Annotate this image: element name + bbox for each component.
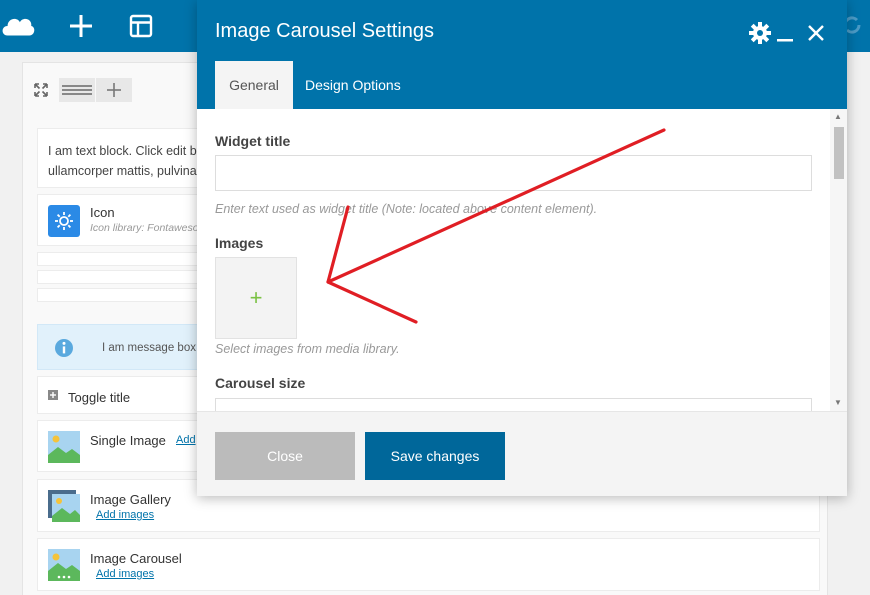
expand-icon[interactable]	[24, 78, 58, 102]
toggle-title: Toggle title	[68, 390, 131, 405]
close-button[interactable]: Close	[215, 432, 355, 480]
modal-title: Image Carousel Settings	[215, 20, 435, 42]
minimize-icon[interactable]	[777, 22, 793, 44]
add-column-icon[interactable]	[96, 78, 132, 102]
scroll-down-icon[interactable]: ▼	[834, 398, 842, 407]
image-gallery-add-link[interactable]: Add images	[96, 509, 154, 521]
message-box-text: I am message box	[102, 342, 196, 354]
modal-body: Widget title Enter text used as widget t…	[197, 109, 847, 411]
info-icon	[54, 338, 74, 363]
save-changes-button[interactable]: Save changes	[365, 432, 505, 480]
tab-general[interactable]: General	[215, 61, 293, 109]
modal-header: Image Carousel Settings General Design O…	[197, 0, 847, 109]
close-icon[interactable]	[807, 22, 825, 44]
image-carousel-element[interactable]: Image Carousel Add images	[37, 538, 820, 591]
single-image-label: Single Image	[90, 433, 166, 448]
settings-modal: Image Carousel Settings General Design O…	[197, 0, 847, 496]
icon-element-sub: Icon library: Fontawesom	[90, 222, 208, 234]
row-drag-handle-icon[interactable]	[59, 78, 95, 102]
gear-icon[interactable]	[749, 22, 771, 44]
scroll-up-icon[interactable]: ▲	[834, 112, 842, 121]
image-carousel-add-link[interactable]: Add images	[96, 568, 154, 580]
widget-title-label: Widget title	[215, 133, 291, 149]
gallery-thumbnail-icon	[48, 490, 80, 522]
cloud-logo-icon[interactable]	[0, 8, 36, 44]
modal-scrollbar[interactable]: ▲ ▼	[830, 109, 847, 411]
carousel-thumbnail-icon	[48, 549, 80, 581]
icon-element-label: Icon	[90, 205, 115, 220]
single-image-add-link[interactable]: Add	[176, 434, 196, 446]
image-gallery-label: Image Gallery	[90, 492, 171, 507]
add-images-button[interactable]: +	[215, 257, 297, 339]
toggle-plus-icon	[48, 390, 58, 400]
carousel-size-label: Carousel size	[215, 375, 306, 391]
scrollbar-thumb[interactable]	[834, 127, 844, 179]
modal-footer: Close Save changes	[197, 411, 847, 496]
image-carousel-label: Image Carousel	[90, 551, 182, 566]
layout-icon[interactable]	[123, 8, 159, 44]
image-thumbnail-icon	[48, 431, 80, 463]
tab-design-options[interactable]: Design Options	[305, 61, 401, 109]
row-controls	[24, 78, 133, 102]
widget-title-help: Enter text used as widget title (Note: l…	[215, 202, 598, 216]
plus-icon[interactable]	[63, 8, 99, 44]
images-help: Select images from media library.	[215, 342, 400, 356]
carousel-size-input[interactable]: thumbnail	[215, 398, 812, 411]
widget-title-input[interactable]	[215, 155, 812, 191]
images-label: Images	[215, 235, 264, 251]
plus-icon: +	[249, 285, 263, 310]
sun-icon	[48, 205, 80, 237]
